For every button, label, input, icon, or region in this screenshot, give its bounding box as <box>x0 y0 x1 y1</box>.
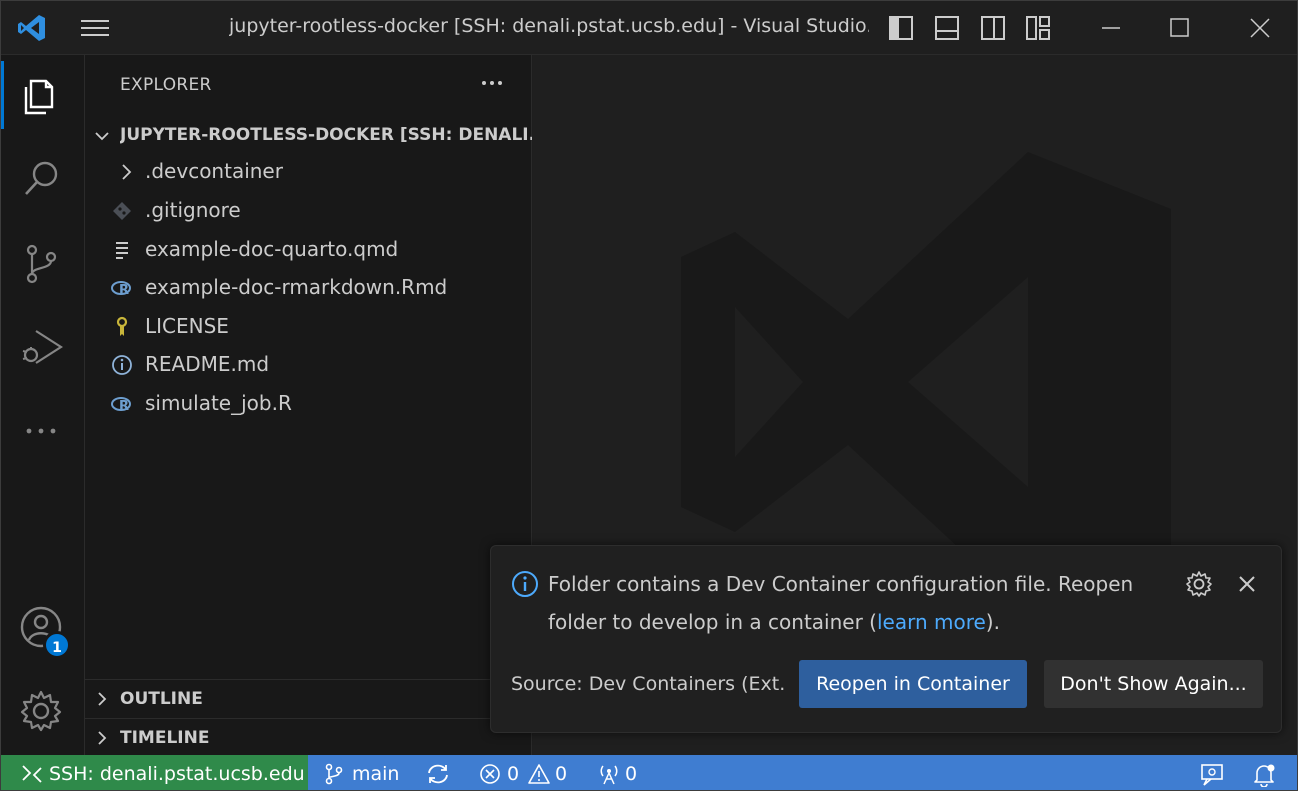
remote-indicator[interactable]: SSH: denali.pstat.ucsb.edu <box>1 755 308 790</box>
notification-settings-gear-icon[interactable] <box>1185 570 1213 598</box>
search-icon[interactable] <box>1 139 85 219</box>
tree-item-rmarkdown[interactable]: R example-doc-rmarkdown.Rmd <box>85 269 532 307</box>
minimize-icon[interactable] <box>1095 13 1127 43</box>
sidebar-title: EXPLORER <box>120 75 212 95</box>
remote-connection-icon <box>22 765 42 783</box>
git-icon <box>113 202 131 220</box>
views-more-actions-icon[interactable] <box>475 69 509 97</box>
file-name: README.md <box>145 352 270 376</box>
r-icon: R <box>111 281 131 298</box>
file-name: simulate_job.R <box>145 391 292 415</box>
timeline-label: TIMELINE <box>120 728 210 748</box>
notification-source: Source: Dev Containers (Ext... <box>511 673 786 695</box>
svg-text:R: R <box>119 283 129 298</box>
settings-gear-icon[interactable] <box>1 671 85 751</box>
accounts-icon[interactable] <box>1 587 85 667</box>
learn-more-link[interactable]: learn more <box>877 610 986 634</box>
file-name: example-doc-rmarkdown.Rmd <box>145 275 448 299</box>
window-title: jupyter-rootless-docker [SSH: denali.pst… <box>229 15 869 37</box>
chevron-right-icon <box>98 692 107 706</box>
copilot-chat-icon[interactable] <box>1199 763 1225 787</box>
tree-item-devcontainer[interactable]: .devcontainer <box>85 153 532 191</box>
tree-item-gitignore[interactable]: .gitignore <box>85 192 532 230</box>
ports-count[interactable]: 0 <box>625 763 637 785</box>
r-icon: R <box>111 397 131 414</box>
remote-host-label: SSH: denali.pstat.ucsb.edu <box>49 763 305 785</box>
activity-bar: 1 <box>1 55 85 755</box>
chevron-down-icon <box>95 132 109 141</box>
dev-container-notification: Folder contains a Dev Container configur… <box>490 545 1282 733</box>
source-control-icon[interactable] <box>1 223 85 303</box>
status-bar: SSH: denali.pstat.ucsb.edu main 0 0 0 <box>1 755 1297 790</box>
git-branch-icon <box>325 763 343 785</box>
chevron-right-icon <box>98 731 107 745</box>
run-debug-icon[interactable] <box>1 307 85 387</box>
chevron-right-icon <box>122 164 132 180</box>
file-name: .gitignore <box>145 198 241 222</box>
tree-item-simulate-job[interactable]: R simulate_job.R <box>85 385 532 423</box>
hamburger-menu-icon[interactable] <box>79 14 111 42</box>
svg-text:R: R <box>119 399 129 414</box>
title-bar: jupyter-rootless-docker [SSH: denali.pst… <box>1 1 1297 55</box>
file-name: .devcontainer <box>145 159 283 183</box>
outline-label: OUTLINE <box>120 689 203 709</box>
sync-icon[interactable] <box>425 763 451 785</box>
vscode-logo-icon <box>18 15 45 41</box>
accounts-badge: 1 <box>43 631 71 659</box>
message-text: folder to develop in a container ( <box>548 610 877 634</box>
notifications-bell-icon[interactable] <box>1251 763 1277 787</box>
text-lines-icon <box>116 242 128 259</box>
info-icon <box>512 571 538 597</box>
notification-message-line2: folder to develop in a container (learn … <box>548 610 1000 634</box>
warning-count[interactable]: 0 <box>555 763 567 785</box>
ports-antenna-icon <box>600 765 618 785</box>
toggle-primary-sidebar-icon[interactable] <box>887 14 915 42</box>
toggle-panel-icon[interactable] <box>933 14 961 42</box>
message-text: ). <box>985 610 1000 634</box>
tree-item-readme[interactable]: README.md <box>85 346 532 384</box>
outline-section[interactable]: OUTLINE <box>85 679 532 717</box>
warning-icon <box>528 764 550 784</box>
tree-item-license[interactable]: LICENSE <box>85 308 532 346</box>
timeline-section[interactable]: TIMELINE <box>85 718 532 756</box>
maximize-icon[interactable] <box>1163 13 1195 43</box>
customize-layout-icon[interactable] <box>1024 14 1052 42</box>
notification-message-line1: Folder contains a Dev Container configur… <box>548 572 1134 596</box>
reopen-in-container-button[interactable]: Reopen in Container <box>799 660 1027 708</box>
root-folder-label: JUPYTER-ROOTLESS-DOCKER [SSH: DENALI... <box>120 125 532 145</box>
license-key-icon <box>116 316 128 336</box>
notification-close-icon[interactable] <box>1235 572 1259 596</box>
error-icon <box>480 764 500 784</box>
explorer-icon[interactable] <box>1 55 85 135</box>
dont-show-again-button[interactable]: Don't Show Again... <box>1044 660 1263 708</box>
close-icon[interactable] <box>1244 13 1276 43</box>
explorer-sidebar: EXPLORER JUPYTER-ROOTLESS-DOCKER [SSH: D… <box>85 55 532 755</box>
vscode-window: jupyter-rootless-docker [SSH: denali.pst… <box>0 0 1298 791</box>
git-branch-label[interactable]: main <box>352 763 399 785</box>
error-count[interactable]: 0 <box>507 763 519 785</box>
info-icon <box>112 355 132 375</box>
file-name: LICENSE <box>145 314 229 338</box>
workspace-root-folder[interactable]: JUPYTER-ROOTLESS-DOCKER [SSH: DENALI... <box>85 119 532 153</box>
file-name: example-doc-quarto.qmd <box>145 237 399 261</box>
tree-item-quarto[interactable]: example-doc-quarto.qmd <box>85 231 532 269</box>
toggle-secondary-sidebar-icon[interactable] <box>979 14 1007 42</box>
more-icon[interactable] <box>1 391 85 471</box>
